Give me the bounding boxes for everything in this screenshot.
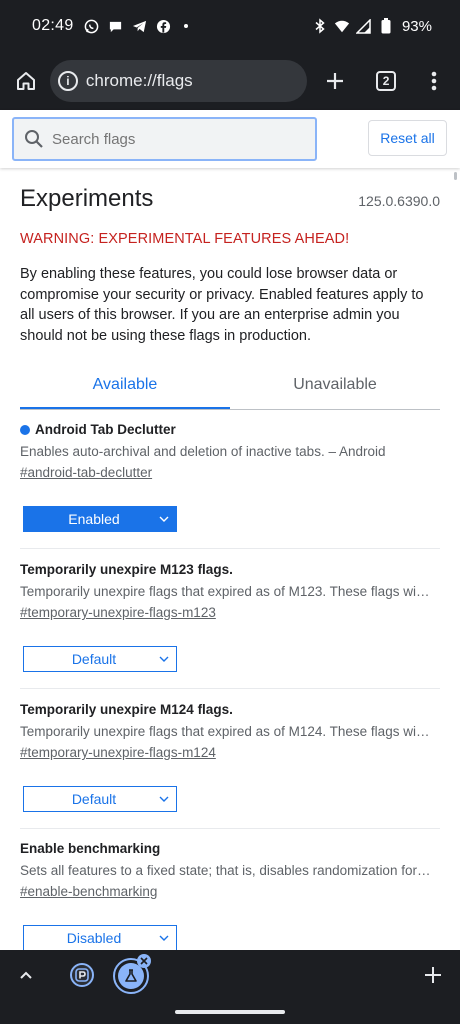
modified-dot-icon <box>20 424 30 435</box>
status-bar: 02:49 93% <box>0 0 460 52</box>
chevron-down-icon <box>159 796 169 802</box>
flag-select-value: Default <box>71 791 117 807</box>
flag-select[interactable]: Disabled <box>23 925 177 950</box>
flag-select-value: Disabled <box>66 930 122 946</box>
flag-select-value: Enabled <box>68 511 120 527</box>
tab-unavailable[interactable]: Unavailable <box>230 368 440 409</box>
tab-strip: Available Unavailable <box>20 368 440 410</box>
search-box[interactable] <box>12 117 317 161</box>
tab-available[interactable]: Available <box>20 368 230 409</box>
status-time: 02:49 <box>32 17 74 34</box>
more-vert-icon <box>431 71 437 91</box>
chat-icon <box>108 18 124 34</box>
more-notifications-icon <box>183 24 188 28</box>
home-icon <box>16 72 35 90</box>
flag-description: Temporarily unexpire flags that expired … <box>20 584 432 599</box>
flag-permalink[interactable]: #temporary-unexpire-flags-m124 <box>20 745 216 760</box>
flag-title-row: Android Tab Declutter <box>20 422 440 437</box>
flag-title: Enable benchmarking <box>20 841 161 856</box>
flag-title: Temporarily unexpire M124 flags. <box>20 702 233 717</box>
flag-permalink[interactable]: #android-tab-declutter <box>20 465 152 480</box>
close-icon <box>140 957 148 965</box>
plus-icon <box>327 73 344 89</box>
page-title: Experiments <box>20 185 154 212</box>
plus-icon <box>425 967 441 983</box>
menu-button[interactable] <box>416 63 452 99</box>
description-text: By enabling these features, you could lo… <box>20 266 424 344</box>
signal-icon <box>355 18 372 34</box>
chevron-down-icon <box>159 935 169 941</box>
flag-title-row: Temporarily unexpire M124 flags. <box>20 702 440 717</box>
tab-switcher-button[interactable]: 2 <box>368 63 404 99</box>
browser-toolbar: i chrome://flags 2 <box>0 52 460 110</box>
flag-select[interactable]: Default <box>23 646 177 672</box>
flag-title: Android Tab Declutter <box>35 422 176 437</box>
notification-icons <box>84 18 188 34</box>
gesture-handle[interactable] <box>175 1010 285 1014</box>
flag-select-value: Default <box>71 651 117 667</box>
header-row: Experiments 125.0.6390.0 <box>20 185 440 213</box>
flag-title-row: Enable benchmarking <box>20 841 440 856</box>
bottom-new-tab-button[interactable] <box>422 964 444 986</box>
home-button[interactable] <box>8 63 44 99</box>
flag-item: Temporarily unexpire M123 flags. Tempora… <box>20 562 440 689</box>
chevron-down-icon <box>159 516 169 522</box>
close-tab-button[interactable] <box>137 954 151 968</box>
flag-description: Enables auto-archival and deletion of in… <box>20 444 386 459</box>
flag-select[interactable]: Default <box>23 786 177 812</box>
facebook-icon <box>156 18 172 34</box>
url-text: chrome://flags <box>85 71 193 90</box>
warning-text: WARNING: EXPERIMENTAL FEATURES AHEAD! <box>20 231 350 247</box>
flag-select[interactable]: Enabled <box>23 506 177 532</box>
flags-content: Experiments 125.0.6390.0 WARNING: EXPERI… <box>0 168 460 950</box>
flag-permalink[interactable]: #temporary-unexpire-flags-m123 <box>20 605 216 620</box>
page-info-icon[interactable]: i <box>57 71 78 91</box>
scrollbar[interactable] <box>454 172 457 180</box>
system-icons: 93% <box>312 18 432 35</box>
search-input[interactable] <box>52 130 292 148</box>
omnibox[interactable]: i chrome://flags <box>49 60 308 102</box>
version-label: 125.0.6390.0 <box>358 193 440 209</box>
p-logo-icon <box>75 968 89 982</box>
bluetooth-icon <box>312 18 328 34</box>
search-icon <box>25 130 43 148</box>
flags-search-header: Reset all <box>0 110 460 168</box>
bottom-tab-bar <box>0 950 460 1000</box>
tab-favicon-button[interactable] <box>70 963 94 987</box>
telegram-icon <box>132 18 148 34</box>
flag-item: Android Tab Declutter Enables auto-archi… <box>20 422 440 549</box>
flag-permalink[interactable]: #enable-benchmarking <box>20 884 157 899</box>
flag-item: Temporarily unexpire M124 flags. Tempora… <box>20 702 440 829</box>
new-tab-button[interactable] <box>317 63 353 99</box>
expand-tabs-button[interactable] <box>16 965 36 985</box>
whatsapp-icon <box>84 18 100 34</box>
chevron-down-icon <box>159 656 169 662</box>
flag-description: Sets all features to a fixed state; that… <box>20 863 432 878</box>
flag-title-row: Temporarily unexpire M123 flags. <box>20 562 440 577</box>
tab-count: 2 <box>376 71 397 91</box>
system-nav-bar <box>0 1000 460 1024</box>
battery-icon <box>378 18 394 34</box>
battery-percent: 93% <box>401 17 432 35</box>
reset-all-button[interactable]: Reset all <box>368 120 447 156</box>
flag-item: Enable benchmarking Sets all features to… <box>20 841 440 950</box>
flag-description: Temporarily unexpire flags that expired … <box>20 724 432 739</box>
wifi-icon <box>334 18 350 34</box>
flag-title: Temporarily unexpire M123 flags. <box>20 562 233 577</box>
chevron-up-icon <box>20 971 32 979</box>
